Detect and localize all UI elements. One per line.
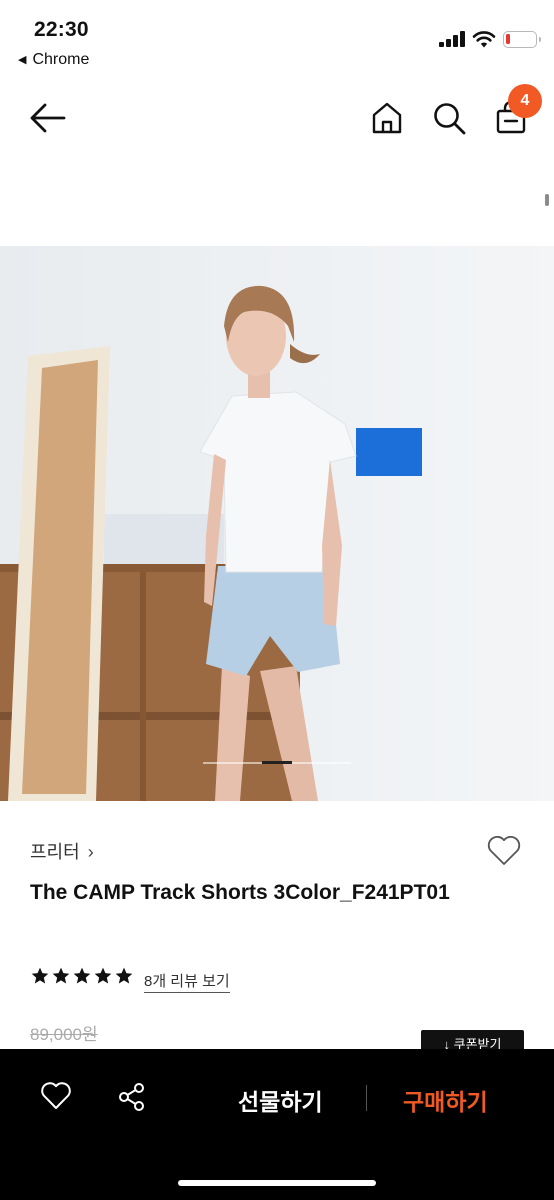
product-page: 22:30 ◀ Chrome 4 프리터 › The CAMP Track Sh… [0,0,554,1200]
original-price: 89,000원 [30,1025,98,1044]
wifi-icon [472,31,496,48]
back-to-app-link[interactable]: ◀ Chrome [18,51,89,69]
search-icon[interactable] [431,100,467,136]
carousel-pager-active [262,761,292,764]
home-icon[interactable] [369,100,405,136]
heart-icon[interactable] [40,1081,72,1111]
product-title: The CAMP Track Shorts 3Color_F241PT01 [30,881,450,904]
bottom-action-bar: 선물하기 구매하기 [0,1049,554,1200]
star-icon [31,967,49,984]
product-image-carousel[interactable] [0,246,554,801]
product-photo [0,246,554,801]
cart-count-badge: 4 [508,84,542,118]
buy-button[interactable]: 구매하기 [403,1083,488,1117]
scroll-indicator [545,194,549,206]
wishlist-heart-icon[interactable] [486,835,522,867]
back-app-label: Chrome [32,51,90,68]
chevron-right-icon: › [87,842,94,862]
carousel-pager [203,761,351,764]
star-icon [52,967,70,984]
back-arrow-icon[interactable] [28,100,68,136]
bottom-divider [366,1085,367,1111]
battery-icon [503,31,541,48]
rating-stars [30,966,134,990]
status-time: 22:30 [34,18,89,41]
star-icon [94,967,112,984]
star-icon [115,967,133,984]
brand-link[interactable]: 프리터 › [30,838,94,864]
back-triangle-icon: ◀ [18,54,27,66]
share-icon[interactable] [117,1082,147,1112]
star-icon [73,967,91,984]
gift-button[interactable]: 선물하기 [238,1083,323,1117]
brand-name: 프리터 [30,842,80,862]
review-link[interactable]: 8개 리뷰 보기 [144,970,230,993]
home-indicator [178,1180,376,1186]
cellular-signal-icon [439,31,465,47]
